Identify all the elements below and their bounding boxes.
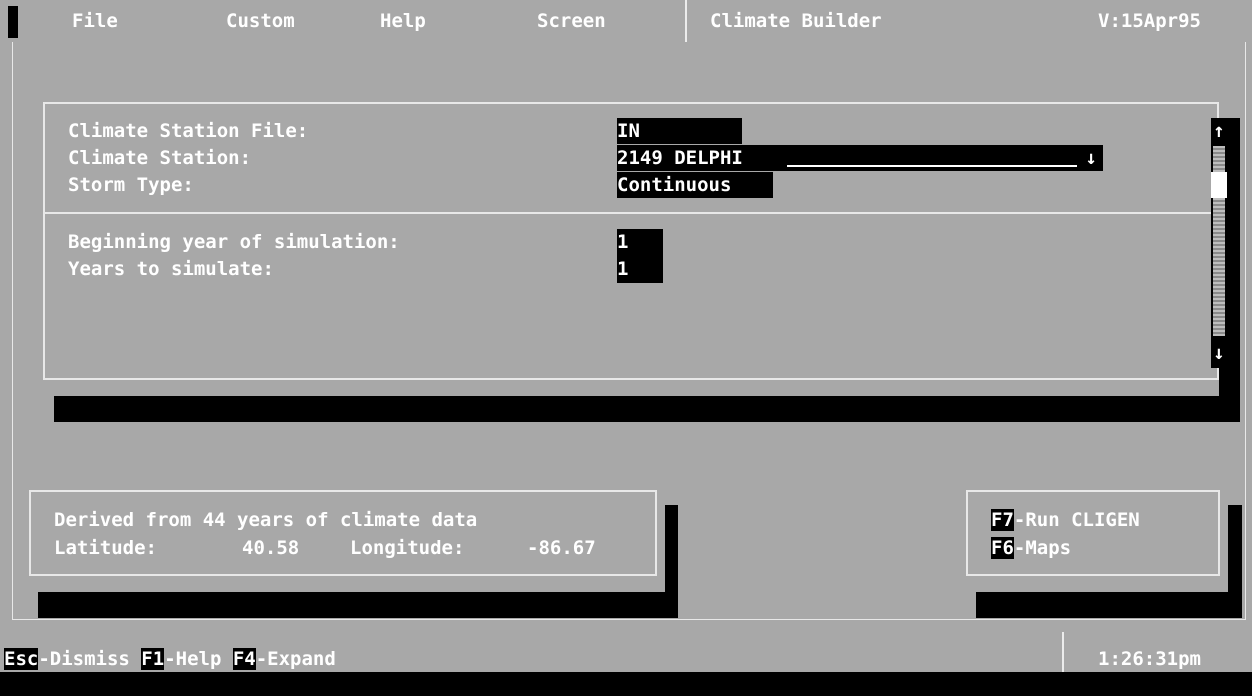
dialog-divider (45, 212, 1217, 214)
storm-type-value: Continuous (617, 174, 732, 196)
info-shadow (38, 592, 678, 618)
esc-dismiss-button[interactable]: Esc-Dismiss (4, 648, 130, 670)
status-divider (1062, 632, 1064, 672)
app-title: Climate Builder (710, 10, 882, 32)
begin-year-value: 1 (617, 231, 629, 253)
menu-divider (685, 0, 687, 42)
latitude-value: 40.58 (242, 537, 300, 559)
info-shadow-right (665, 505, 678, 605)
f4-key: F4 (232, 648, 256, 670)
f1-help-button[interactable]: F1-Help (141, 648, 221, 670)
expand-label: -Expand (255, 648, 336, 670)
storm-type-field[interactable]: Continuous (617, 172, 773, 198)
derived-text: Derived from 44 years of climate data (54, 509, 478, 531)
f4-expand-button[interactable]: F4-Expand (232, 648, 336, 670)
station-file-field[interactable]: IN (617, 118, 742, 144)
station-value: 2149 DELPHI (617, 147, 743, 169)
fkey-shadow (976, 592, 1242, 618)
menu-corner-block (8, 6, 18, 38)
version-label: V:15Apr95 (1098, 10, 1201, 32)
station-label: Climate Station: (68, 147, 252, 169)
run-cligen-label: -Run CLIGEN (1013, 509, 1140, 531)
f7-key: F7 (991, 509, 1014, 531)
station-select[interactable]: 2149 DELPHI ↓ (617, 145, 1103, 171)
years-field[interactable]: 1 (617, 256, 663, 282)
station-file-label: Climate Station File: (68, 120, 309, 142)
clock: 1:26:31pm (1098, 648, 1201, 670)
menu-bar (0, 0, 1252, 42)
latitude-label: Latitude: (54, 537, 157, 559)
esc-key: Esc (4, 648, 39, 670)
f6-key: F6 (991, 537, 1014, 559)
status-keys: Esc-Dismiss F1-Help F4-Expand (4, 646, 336, 672)
storm-type-label: Storm Type: (68, 174, 194, 196)
menu-file[interactable]: File (72, 8, 118, 34)
run-cligen-button[interactable]: F7-Run CLIGEN (991, 507, 1140, 533)
menu-custom[interactable]: Custom (226, 8, 295, 34)
dropdown-arrow-icon[interactable]: ↓ (1086, 145, 1097, 171)
station-file-value: IN (617, 120, 640, 142)
dialog-shadow (54, 396, 1240, 422)
maps-label: -Maps (1013, 537, 1072, 559)
help-label: -Help (164, 648, 222, 670)
longitude-value: -86.67 (527, 537, 596, 559)
scroll-thumb[interactable] (1211, 172, 1227, 198)
begin-year-label: Beginning year of simulation: (68, 231, 400, 253)
maps-button[interactable]: F6-Maps (991, 535, 1071, 561)
info-box (29, 490, 657, 576)
years-value: 1 (617, 258, 629, 280)
menu-help[interactable]: Help (380, 8, 426, 34)
menu-screen[interactable]: Screen (537, 8, 606, 34)
longitude-label: Longitude: (350, 537, 465, 559)
f1-key: F1 (141, 648, 165, 670)
fkey-shadow-right (1228, 505, 1242, 605)
scroll-up-icon[interactable]: ↑ (1211, 118, 1227, 144)
function-key-box (966, 490, 1220, 576)
station-field-underline (787, 165, 1077, 167)
scroll-down-icon[interactable]: ↓ (1211, 340, 1227, 366)
years-label: Years to simulate: (68, 258, 274, 280)
dismiss-label: -Dismiss (38, 648, 130, 670)
